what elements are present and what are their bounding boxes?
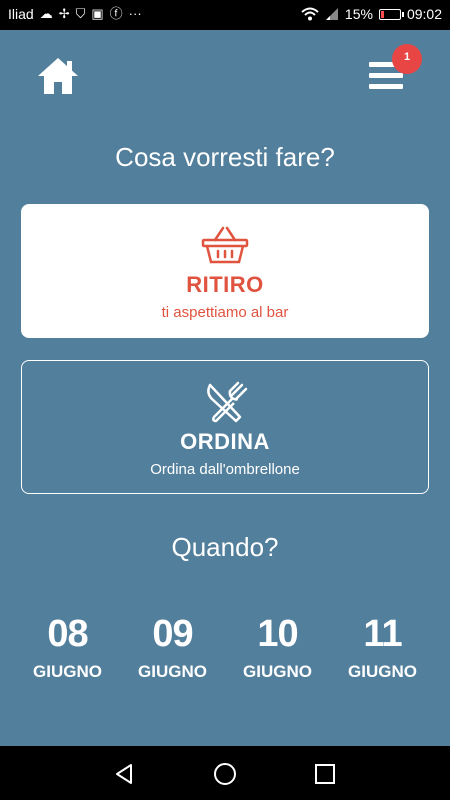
battery-icon (378, 8, 404, 20)
shield-icon: ⛉ (75, 6, 86, 21)
date-option[interactable]: 10 GIUGNO (225, 612, 330, 692)
carrier-label: Iliad (8, 6, 34, 22)
date-day: 11 (363, 613, 402, 655)
notification-badge[interactable]: 1 (392, 44, 422, 74)
date-month: GIUGNO (33, 662, 102, 681)
date-month: GIUGNO (243, 662, 312, 681)
when-question: Quando? (171, 532, 279, 562)
option-ritiro-subtitle: ti aspettiamo al bar (161, 304, 289, 321)
option-ordina-subtitle: Ordina dall'ombrellone (150, 461, 300, 478)
date-option[interactable]: 09 GIUGNO (120, 612, 225, 692)
hamburger-menu-icon-line (369, 84, 403, 89)
sim-signal-icon (325, 8, 338, 20)
hamburger-menu-icon-line (369, 73, 403, 78)
home-icon (38, 58, 78, 94)
option-ritiro-title: RITIRO (186, 272, 264, 297)
battery-fill (380, 10, 384, 18)
status-bar: Iliad ☁ ✢ ⛉ ▣ ⓕ ··· 15% 09:02 (0, 0, 450, 30)
home-button[interactable] (36, 56, 80, 96)
clock: 09:02 (406, 6, 442, 22)
app-content: 1 Cosa vorresti fare? RITIRO ti aspettia… (0, 30, 450, 746)
wifi-icon (301, 7, 319, 21)
option-ordina-title: ORDINA (180, 429, 270, 454)
date-option[interactable]: 08 GIUGNO (15, 612, 120, 692)
recents-icon[interactable] (311, 760, 339, 788)
option-ritiro-card[interactable]: RITIRO ti aspettiamo al bar (21, 204, 429, 338)
date-day: 09 (152, 613, 193, 655)
fan-icon: ✢ (58, 6, 70, 21)
page-question: Cosa vorresti fare? (115, 142, 335, 172)
option-ordina-card[interactable]: ORDINA Ordina dall'ombrellone (21, 360, 429, 494)
battery-percent: 15% (344, 6, 373, 22)
date-option[interactable]: 11 GIUGNO (330, 612, 435, 692)
fork-knife-icon (207, 381, 248, 423)
photo-icon: ▣ (91, 6, 104, 21)
date-month: GIUGNO (348, 662, 417, 681)
date-selector: 08 GIUGNO 09 GIUGNO 10 GIUGNO 11 GIUGNO (15, 612, 435, 692)
cloud-icon: ☁ (39, 6, 53, 21)
date-day: 10 (257, 613, 298, 655)
date-month: GIUGNO (138, 662, 207, 681)
shopping-basket-icon (201, 226, 249, 264)
system-nav-bar (0, 746, 450, 800)
more-dots-icon: ··· (128, 6, 142, 21)
back-icon[interactable] (111, 760, 139, 788)
home-circle-icon[interactable] (211, 760, 239, 788)
date-day: 08 (47, 613, 88, 655)
facebook-icon: ⓕ (109, 6, 123, 21)
